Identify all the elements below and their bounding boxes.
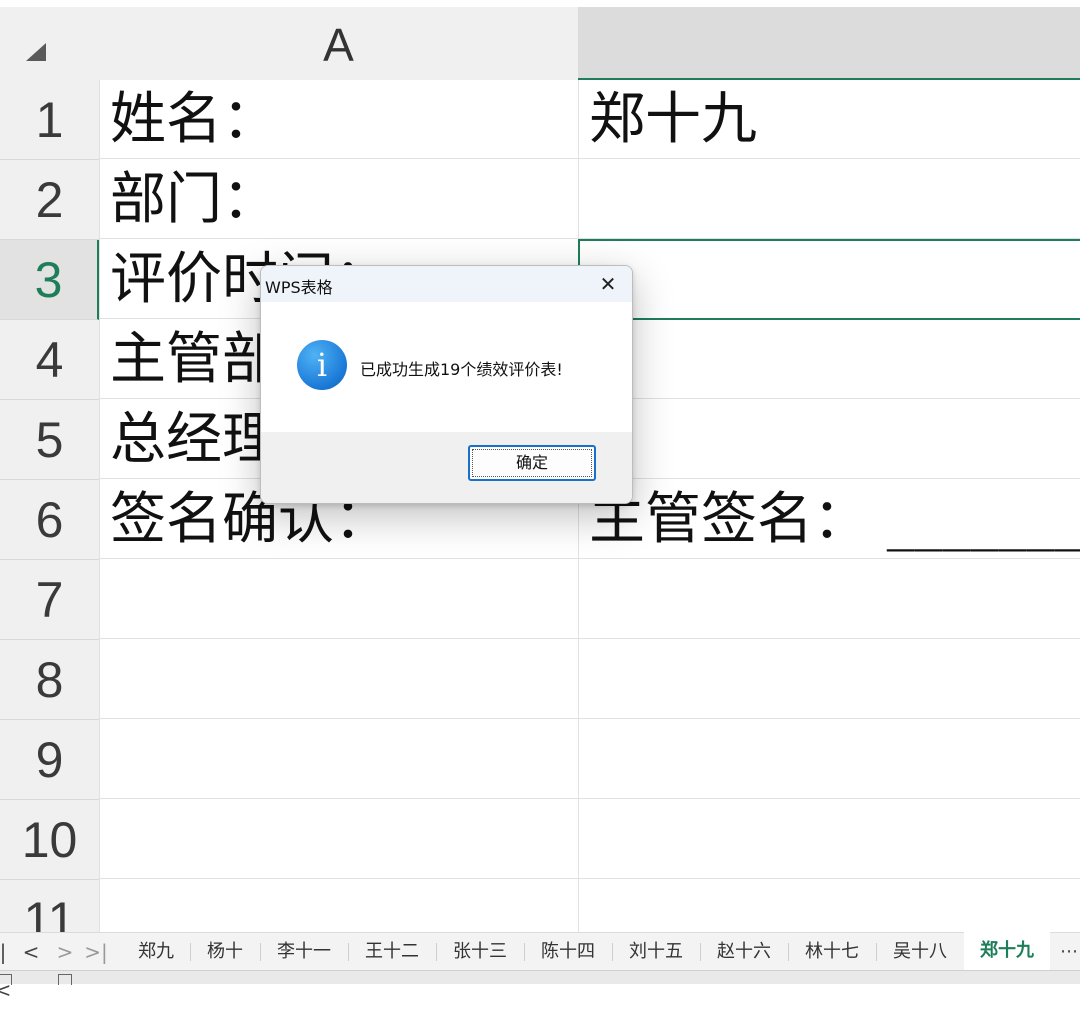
tab-separator (876, 943, 877, 961)
last-sheet-icon[interactable]: >| (84, 933, 108, 971)
cell-b11[interactable] (579, 880, 1080, 932)
dialog-title-bar[interactable]: WPS表格 ✕ (261, 266, 632, 302)
top-strip (0, 0, 1080, 7)
cell-b4[interactable] (579, 320, 1080, 399)
sheet-tab-active[interactable]: 郑十九 (964, 932, 1050, 971)
row-header[interactable]: 11 (0, 880, 99, 932)
tab-separator (260, 943, 261, 961)
tab-separator (612, 943, 613, 961)
cell-b8[interactable] (579, 640, 1080, 719)
row-header[interactable]: 7 (0, 560, 99, 640)
cell-a2[interactable]: 部门： (100, 160, 579, 239)
cell-a11[interactable] (100, 880, 579, 932)
cell-b6[interactable]: 主管签名： ________ (579, 480, 1080, 559)
column-header-a[interactable]: A (99, 7, 578, 80)
dialog-message: 已成功生成19个绩效评价表! (360, 360, 563, 379)
tab-separator (524, 943, 525, 961)
sheet-tab[interactable]: 刘十五 (618, 933, 694, 971)
sheet-tab[interactable]: 郑九 (128, 933, 184, 971)
tab-separator (788, 943, 789, 961)
dialog-title: WPS表格 (265, 278, 333, 297)
status-icon (0, 974, 12, 985)
dialog-footer: 确定 (261, 432, 632, 503)
sheet-tab[interactable]: 王十二 (354, 933, 430, 971)
more-sheets-icon[interactable]: ⋯ (1058, 933, 1080, 971)
spreadsheet-grid: A 1 2 3 4 5 6 7 8 9 10 11 姓名： 部门： 评价时间： … (0, 0, 1080, 932)
status-bar (0, 970, 1080, 985)
select-all-triangle-icon (26, 43, 46, 61)
tab-separator (700, 943, 701, 961)
row-header[interactable]: 6 (0, 480, 99, 560)
sheet-tab[interactable]: 林十七 (794, 933, 870, 971)
first-sheet-icon[interactable]: |< (0, 933, 12, 1002)
sheet-tab[interactable]: 陈十四 (530, 933, 606, 971)
cell-a7[interactable] (100, 560, 579, 639)
sheet-tab[interactable]: 吴十八 (882, 933, 958, 971)
row-header[interactable]: 1 (0, 80, 99, 160)
row-header[interactable]: 2 (0, 160, 99, 240)
cell-b5[interactable] (579, 400, 1080, 479)
cell-a1[interactable]: 姓名： (100, 80, 579, 159)
tab-separator (348, 943, 349, 961)
close-icon[interactable]: ✕ (594, 270, 622, 298)
ok-button[interactable]: 确定 (468, 445, 596, 481)
next-sheet-icon[interactable]: > (54, 933, 76, 971)
select-all-corner[interactable] (0, 7, 99, 80)
cell-b2[interactable] (579, 160, 1080, 239)
sheet-tab[interactable]: 李十一 (266, 933, 342, 971)
tab-separator (190, 943, 191, 961)
tab-separator (436, 943, 437, 961)
row-header[interactable]: 9 (0, 720, 99, 800)
message-dialog: WPS表格 ✕ i 已成功生成19个绩效评价表! 确定 (260, 265, 633, 504)
sheet-tab[interactable]: 杨十 (196, 933, 254, 971)
row-header[interactable]: 10 (0, 800, 99, 880)
row-header-selected[interactable]: 3 (0, 240, 99, 320)
dialog-body: i 已成功生成19个绩效评价表! (261, 302, 632, 432)
info-icon: i (297, 340, 347, 390)
row-header[interactable]: 5 (0, 400, 99, 480)
cell-b3-active[interactable] (578, 239, 1080, 320)
sheet-tab[interactable]: 赵十六 (706, 933, 782, 971)
sheet-tab[interactable]: 张十三 (442, 933, 518, 971)
cell-b9[interactable] (579, 720, 1080, 799)
cell-b10[interactable] (579, 800, 1080, 879)
cell-a9[interactable] (100, 720, 579, 799)
cell-a10[interactable] (100, 800, 579, 879)
sheet-tab-bar: |< < > >| 郑九 杨十 李十一 王十二 张十三 陈十四 刘十五 赵十六 … (0, 932, 1080, 1002)
prev-sheet-icon[interactable]: < (20, 933, 42, 971)
column-header-b[interactable] (578, 7, 1080, 80)
row-header[interactable]: 8 (0, 640, 99, 720)
cell-a8[interactable] (100, 640, 579, 719)
row-header[interactable]: 4 (0, 320, 99, 400)
cell-b1[interactable]: 郑十九 (579, 80, 1080, 159)
cell-b7[interactable] (579, 560, 1080, 639)
status-icon (58, 974, 72, 985)
